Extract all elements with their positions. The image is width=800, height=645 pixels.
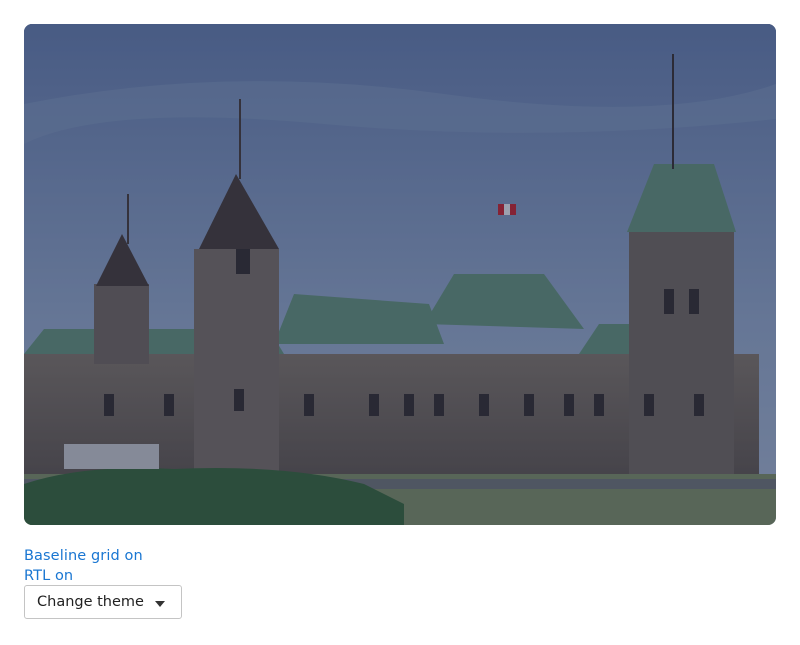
theme-select[interactable]: Change theme	[24, 585, 182, 619]
hero-image-frame	[24, 24, 776, 525]
rtl-toggle[interactable]: RTL on	[24, 566, 143, 586]
baseline-grid-toggle[interactable]: Baseline grid on	[24, 546, 143, 566]
theme-select-label: Change theme	[37, 594, 144, 610]
demo-controls: Baseline grid on RTL on	[24, 546, 143, 586]
chevron-down-icon	[155, 601, 165, 607]
image-dim-overlay	[24, 24, 776, 525]
